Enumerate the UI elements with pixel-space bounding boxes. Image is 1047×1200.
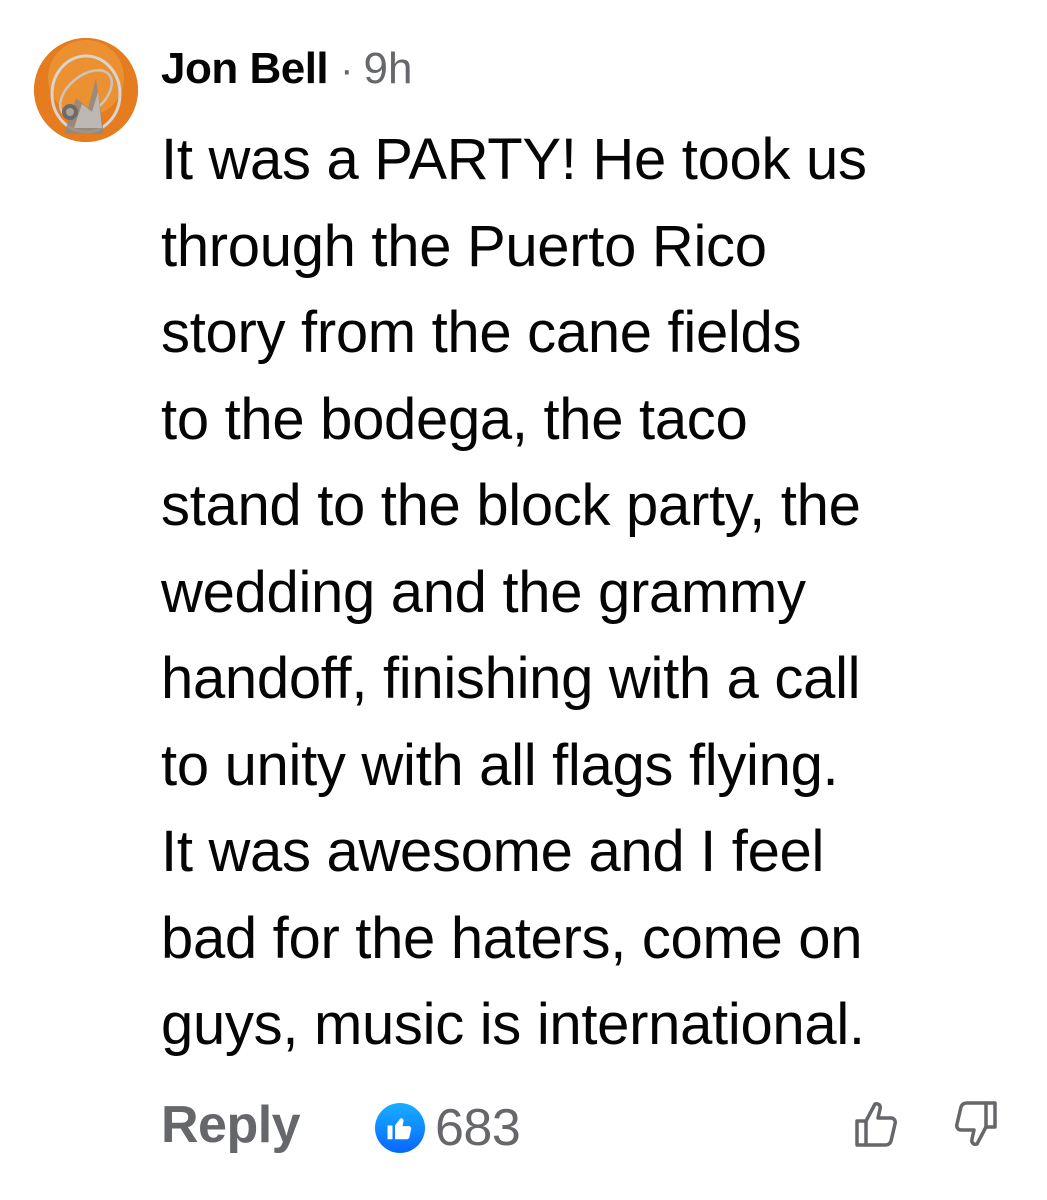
comment-text: It was a PARTY! He took us through the P… bbox=[161, 117, 1031, 1069]
timestamp[interactable]: 9h bbox=[363, 44, 412, 94]
reply-button[interactable]: Reply bbox=[161, 1095, 301, 1155]
comment-line: to the bodega, the taco bbox=[161, 386, 748, 452]
comment-line: through the Puerto Rico bbox=[161, 213, 767, 279]
comment-line: story from the cane fields bbox=[161, 300, 802, 365]
author-name[interactable]: Jon Bell bbox=[161, 44, 329, 94]
comment-line: stand to the block party, the bbox=[161, 473, 861, 538]
avatar[interactable] bbox=[34, 38, 138, 142]
comment-line: wedding and the grammy bbox=[161, 559, 806, 625]
comment-line: to unity with all flags flying. bbox=[161, 732, 839, 798]
comment: Jon Bell · 9h It was a PARTY! He took us… bbox=[0, 0, 1047, 1200]
like-icon bbox=[375, 1103, 425, 1153]
avatar-image bbox=[34, 38, 138, 142]
comment-line: bad for the haters, come on bbox=[161, 905, 863, 971]
downvote-icon[interactable] bbox=[953, 1099, 999, 1149]
comment-line: guys, music is international. bbox=[161, 992, 865, 1057]
comment-header: Jon Bell · 9h bbox=[161, 44, 412, 110]
comment-line: handoff, finishing with a call bbox=[161, 646, 861, 711]
meta-separator: · bbox=[340, 48, 354, 92]
reaction-count: 683 bbox=[435, 1099, 521, 1157]
upvote-icon[interactable] bbox=[853, 1099, 899, 1149]
comment-line: It was a PARTY! He took us bbox=[161, 127, 867, 192]
comment-line: It was awesome and I feel bbox=[161, 819, 825, 884]
reaction-summary[interactable]: 683 bbox=[375, 1095, 521, 1161]
comment-actions: Reply 683 bbox=[161, 1095, 1021, 1165]
